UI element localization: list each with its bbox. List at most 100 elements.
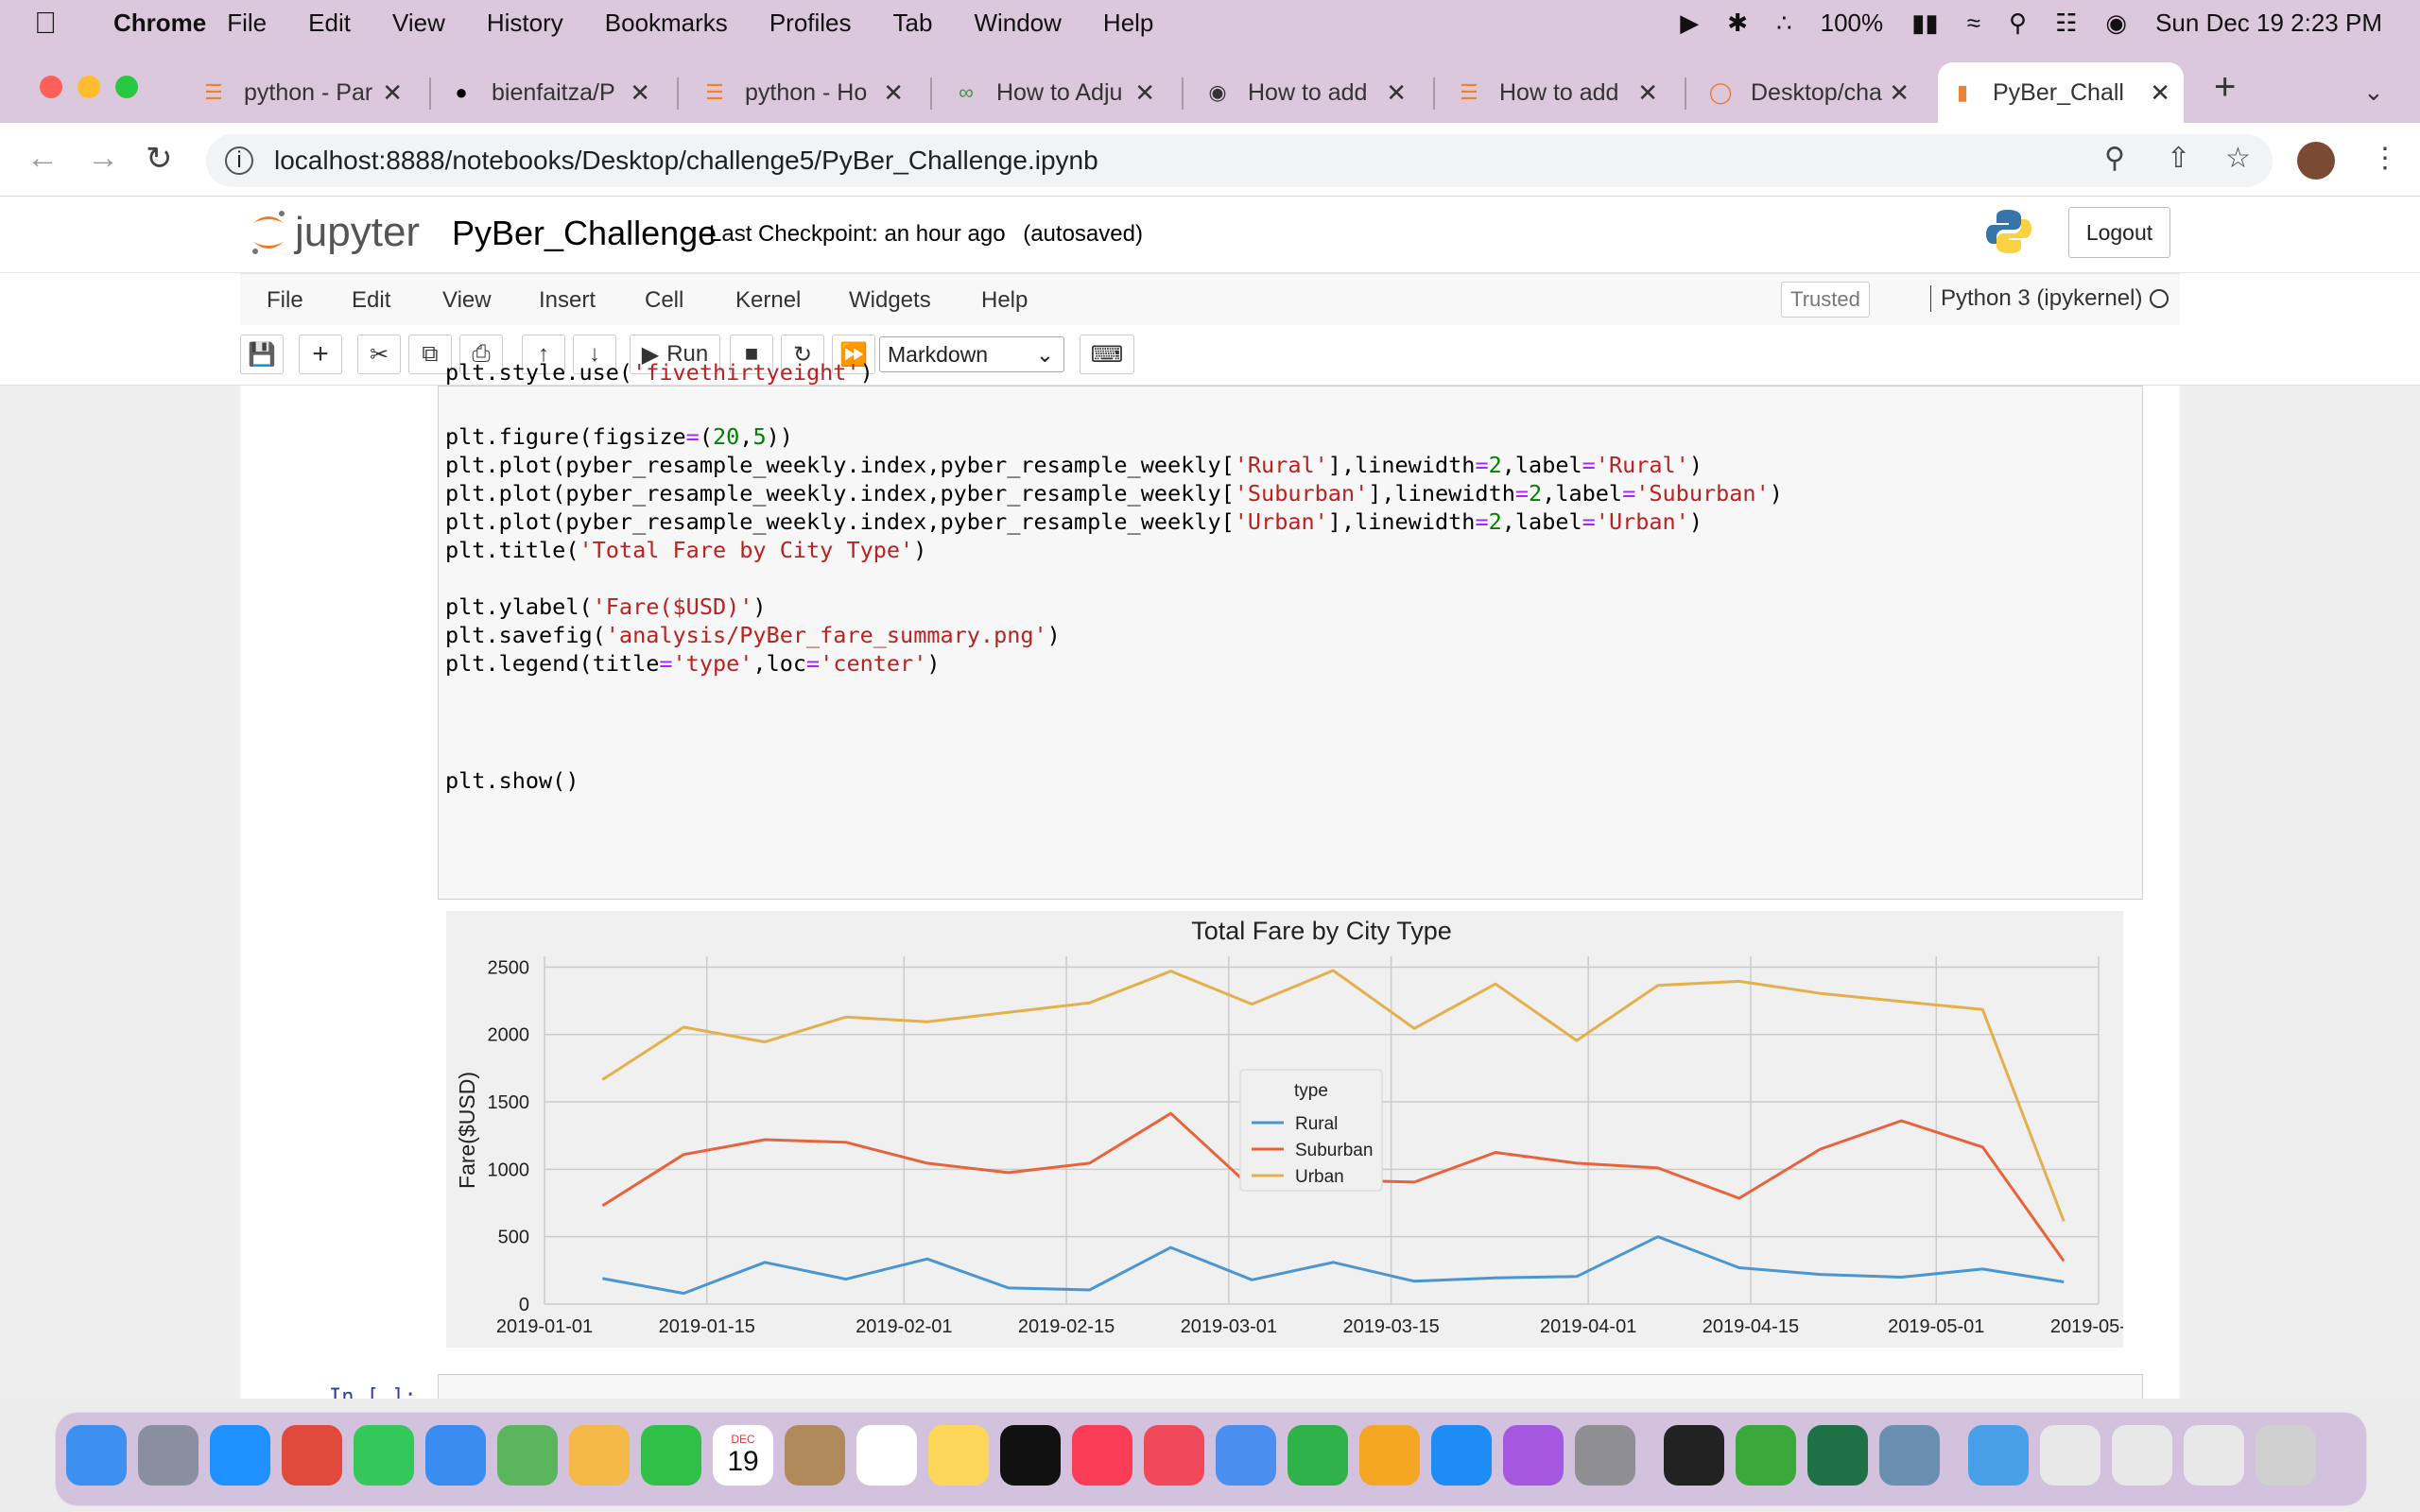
facetime-icon[interactable] bbox=[641, 1425, 701, 1486]
save-icon[interactable]: 💾 bbox=[240, 335, 284, 374]
close-tab-icon[interactable]: ✕ bbox=[1889, 78, 1910, 108]
profile-avatar[interactable] bbox=[2297, 142, 2335, 180]
code-line[interactable]: plt.legend(title='type',loc='center') bbox=[445, 650, 941, 677]
apple-icon[interactable]:  bbox=[34, 6, 85, 41]
folder-icon[interactable] bbox=[1968, 1425, 2029, 1486]
trash-icon[interactable] bbox=[2256, 1425, 2316, 1486]
pages-icon[interactable] bbox=[1359, 1425, 1420, 1486]
url-text[interactable]: localhost:8888/notebooks/Desktop/challen… bbox=[274, 146, 1098, 176]
menu-edit[interactable]: Edit bbox=[308, 9, 351, 38]
news-icon[interactable] bbox=[1144, 1425, 1204, 1486]
menu-tab[interactable]: Tab bbox=[893, 9, 933, 38]
mail-icon[interactable] bbox=[425, 1425, 486, 1486]
tab-4[interactable]: ∞ How to Adju ✕ bbox=[942, 66, 1168, 119]
nb-menu-view[interactable]: View bbox=[442, 287, 492, 314]
reload-icon[interactable]: ↻ bbox=[146, 140, 173, 178]
tab-2[interactable]: ● bienfaitza/P ✕ bbox=[437, 66, 664, 119]
cell-type-select[interactable]: Markdown ⌄ bbox=[879, 336, 1064, 372]
numbers-icon[interactable] bbox=[1288, 1425, 1348, 1486]
code-line[interactable]: plt.plot(pyber_resample_weekly.index,pyb… bbox=[445, 452, 1703, 478]
calendar-icon[interactable]: DEC 19 bbox=[713, 1425, 773, 1486]
menu-help[interactable]: Help bbox=[1103, 9, 1153, 38]
nb-menu-widgets[interactable]: Widgets bbox=[849, 287, 931, 314]
code-line[interactable]: plt.plot(pyber_resample_weekly.index,pyb… bbox=[445, 508, 1703, 535]
code-line[interactable]: plt.savefig('analysis/PyBer_fare_summary… bbox=[445, 622, 1061, 648]
close-window-button[interactable] bbox=[40, 76, 62, 98]
activity-icon[interactable]: ∴ bbox=[1776, 9, 1792, 38]
zoom-icon[interactable]: ⚲ bbox=[2104, 142, 2125, 175]
menu-bookmarks[interactable]: Bookmarks bbox=[605, 9, 728, 38]
siri-icon[interactable]: ◉ bbox=[2105, 9, 2127, 38]
nb-menu-help[interactable]: Help bbox=[981, 287, 1028, 314]
safari-icon[interactable] bbox=[210, 1425, 270, 1486]
url-bar[interactable]: i localhost:8888/notebooks/Desktop/chall… bbox=[206, 134, 2273, 187]
forward-icon[interactable]: → bbox=[87, 140, 119, 177]
maps-icon[interactable] bbox=[497, 1425, 558, 1486]
nb-menu-file[interactable]: File bbox=[267, 287, 303, 314]
trusted-indicator[interactable]: Trusted bbox=[1781, 282, 1870, 318]
notebook-title[interactable]: PyBer_Challenge bbox=[452, 214, 717, 253]
menu-app-chrome[interactable]: Chrome bbox=[113, 9, 206, 38]
contacts-icon[interactable] bbox=[785, 1425, 845, 1486]
keyboard-icon[interactable]: ⌨ bbox=[1080, 335, 1134, 374]
menu-profiles[interactable]: Profiles bbox=[769, 9, 852, 38]
site-info-icon[interactable]: i bbox=[225, 146, 253, 175]
share-icon[interactable]: ⇧ bbox=[2167, 142, 2190, 175]
logout-button[interactable]: Logout bbox=[2068, 207, 2170, 258]
nb-menu-edit[interactable]: Edit bbox=[352, 287, 390, 314]
excel-icon[interactable] bbox=[1807, 1425, 1868, 1486]
launchpad-icon[interactable] bbox=[138, 1425, 199, 1486]
nb-menu-cell[interactable]: Cell bbox=[645, 287, 683, 314]
tab-6[interactable]: ☰ How to add ✕ bbox=[1444, 66, 1671, 119]
new-tab-icon[interactable]: + bbox=[2214, 66, 2236, 109]
music-icon[interactable] bbox=[1072, 1425, 1132, 1486]
window-thumb-icon[interactable] bbox=[2184, 1425, 2244, 1486]
photos-icon[interactable] bbox=[569, 1425, 630, 1486]
code-line[interactable]: plt.show() bbox=[445, 767, 579, 794]
nb-menu-kernel[interactable]: Kernel bbox=[735, 287, 801, 314]
bluetooth-icon[interactable]: ✱ bbox=[1727, 9, 1748, 38]
window-thumb-icon[interactable] bbox=[2040, 1425, 2100, 1486]
close-tab-icon[interactable]: ✕ bbox=[1134, 78, 1155, 108]
jupyter-logo[interactable]: jupyter bbox=[248, 206, 420, 259]
notes-icon[interactable] bbox=[928, 1425, 989, 1486]
window-thumb-icon[interactable] bbox=[2112, 1425, 2172, 1486]
tab-3[interactable]: ☰ python - Ho ✕ bbox=[690, 66, 917, 119]
podcasts-icon[interactable] bbox=[1503, 1425, 1564, 1486]
settings-icon[interactable] bbox=[1575, 1425, 1635, 1486]
empty-code-cell[interactable] bbox=[438, 1374, 2143, 1399]
close-tab-icon[interactable]: ✕ bbox=[1386, 78, 1407, 108]
tab-5[interactable]: ◉ How to add ✕ bbox=[1193, 66, 1420, 119]
close-tab-icon[interactable]: ✕ bbox=[382, 78, 403, 108]
bookmark-star-icon[interactable]: ☆ bbox=[2225, 142, 2251, 175]
close-tab-icon[interactable]: ✕ bbox=[1637, 78, 1658, 108]
battery-icon[interactable]: ▮▮ bbox=[1911, 9, 1939, 38]
finder-icon[interactable] bbox=[66, 1425, 127, 1486]
keynote-icon[interactable] bbox=[1216, 1425, 1276, 1486]
play-icon[interactable]: ▶ bbox=[1680, 9, 1699, 38]
reminders-icon[interactable] bbox=[856, 1425, 917, 1486]
zoom-window-button[interactable] bbox=[115, 76, 138, 98]
tab-1[interactable]: ☰ python - Par ✕ bbox=[189, 66, 416, 119]
loading-icon[interactable] bbox=[1736, 1425, 1796, 1486]
preview-icon[interactable] bbox=[1879, 1425, 1940, 1486]
chrome-menu-icon[interactable]: ⋮ bbox=[2371, 142, 2399, 175]
control-center-icon[interactable]: ☷ bbox=[2055, 9, 2077, 38]
kernel-name[interactable]: Python 3 (ipykernel) bbox=[1930, 285, 2142, 312]
close-tab-icon[interactable]: ✕ bbox=[883, 78, 904, 108]
search-icon[interactable]: ⚲ bbox=[2009, 9, 2027, 38]
chrome-icon[interactable] bbox=[282, 1425, 342, 1486]
tab-search-chevron-icon[interactable]: ⌄ bbox=[2363, 77, 2384, 107]
menu-window[interactable]: Window bbox=[974, 9, 1061, 38]
code-line[interactable]: plt.title('Total Fare by City Type') bbox=[445, 537, 926, 563]
menu-history[interactable]: History bbox=[487, 9, 563, 38]
appstore-icon[interactable] bbox=[1431, 1425, 1492, 1486]
clock[interactable]: Sun Dec 19 2:23 PM bbox=[2155, 9, 2382, 38]
close-tab-icon[interactable]: ✕ bbox=[2150, 78, 2170, 108]
close-tab-icon[interactable]: ✕ bbox=[630, 78, 650, 108]
tab-8-active[interactable]: ▮ PyBer_Chall ✕ bbox=[1938, 62, 2184, 123]
menu-view[interactable]: View bbox=[392, 9, 445, 38]
menu-file[interactable]: File bbox=[227, 9, 267, 38]
code-line[interactable]: plt.ylabel('Fare($USD)') bbox=[445, 593, 767, 620]
code-line[interactable]: plt.figure(figsize=(20,5)) bbox=[445, 423, 793, 450]
